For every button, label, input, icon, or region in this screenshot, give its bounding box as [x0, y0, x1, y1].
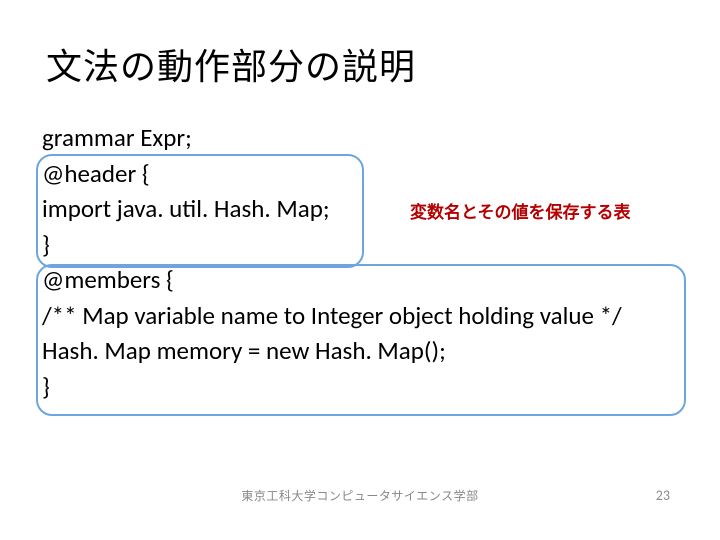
code-line: grammar Expr; [42, 120, 678, 156]
code-line: @header { [42, 156, 678, 192]
page-number: 23 [656, 487, 670, 504]
code-block: grammar Expr; @header { import java. uti… [42, 120, 678, 404]
code-line: @members { [42, 262, 678, 298]
annotation-note: 変数名とその値を保存する表 [410, 198, 631, 223]
code-line: } [42, 369, 678, 405]
code-line: Hash. Map memory = new Hash. Map(); [42, 333, 678, 369]
footer-institution: 東京工科大学コンピュータサイエンス学部 [0, 487, 720, 504]
page-title: 文法の動作部分の説明 [46, 38, 416, 90]
code-line: } [42, 227, 678, 263]
code-line: /** Map variable name to Integer object … [42, 298, 678, 334]
slide: 文法の動作部分の説明 grammar Expr; @header { impor… [0, 0, 720, 540]
